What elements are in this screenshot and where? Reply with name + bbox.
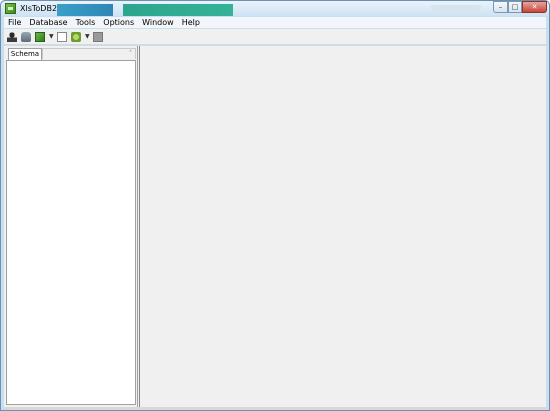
window-controls: – □ ✕ bbox=[493, 1, 547, 13]
menu-window[interactable]: Window bbox=[138, 17, 178, 28]
tab-schema[interactable]: Schema bbox=[8, 48, 42, 60]
menu-help[interactable]: Help bbox=[178, 17, 204, 28]
stop-icon[interactable] bbox=[93, 31, 103, 42]
toolbar: ▼ ▼ bbox=[4, 29, 546, 45]
export-icon[interactable] bbox=[35, 31, 45, 42]
schema-panel: Schema ˄ bbox=[4, 46, 138, 407]
title-banner-green bbox=[123, 4, 233, 16]
database-icon[interactable] bbox=[21, 31, 31, 42]
app-window: XlsToDB2 – □ ✕ File Database Tools Optio… bbox=[0, 0, 550, 411]
minimize-icon: – bbox=[498, 2, 503, 11]
title-bar[interactable]: XlsToDB2 – □ ✕ bbox=[1, 1, 549, 16]
menu-options[interactable]: Options bbox=[99, 17, 138, 28]
main-document-area[interactable] bbox=[139, 46, 546, 407]
panel-tab-row: Schema ˄ bbox=[6, 48, 136, 60]
maximize-icon: □ bbox=[511, 2, 519, 11]
tab-strip: ˄ bbox=[42, 48, 136, 59]
document-icon[interactable] bbox=[57, 31, 67, 42]
user-icon[interactable] bbox=[7, 31, 17, 42]
maximize-button[interactable]: □ bbox=[508, 1, 522, 13]
dropdown-arrow-icon[interactable]: ▼ bbox=[49, 32, 54, 42]
window-title: XlsToDB2 bbox=[20, 4, 58, 13]
workspace: Schema ˄ bbox=[4, 46, 546, 407]
close-button[interactable]: ✕ bbox=[522, 1, 547, 13]
minimize-button[interactable]: – bbox=[493, 1, 508, 13]
menu-file[interactable]: File bbox=[4, 17, 25, 28]
menu-database[interactable]: Database bbox=[25, 17, 71, 28]
status-bar bbox=[4, 407, 546, 410]
title-watermark bbox=[431, 5, 481, 11]
settings-icon[interactable] bbox=[71, 31, 81, 42]
app-logo-icon bbox=[5, 3, 16, 14]
title-banner-blue bbox=[57, 4, 113, 16]
dropdown-arrow-icon[interactable]: ▼ bbox=[85, 32, 90, 42]
menu-bar: File Database Tools Options Window Help bbox=[4, 17, 546, 28]
chevron-up-icon[interactable]: ˄ bbox=[129, 50, 132, 57]
menu-tools[interactable]: Tools bbox=[72, 17, 100, 28]
close-icon: ✕ bbox=[531, 2, 538, 11]
schema-tree[interactable] bbox=[6, 60, 136, 405]
